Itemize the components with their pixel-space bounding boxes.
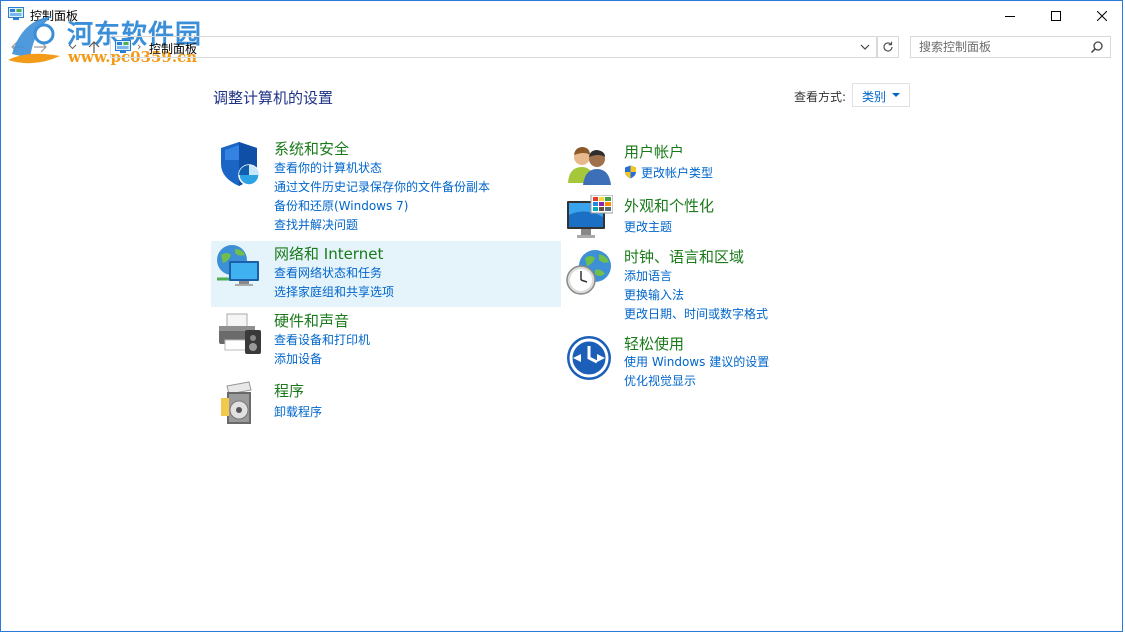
chevron-down-icon <box>860 44 870 50</box>
clock-globe-icon <box>565 248 613 296</box>
link-backup-restore-win7[interactable]: 备份和还原(Windows 7) <box>274 197 408 214</box>
minimize-icon <box>1005 11 1015 21</box>
link-add-language[interactable]: 添加语言 <box>624 267 672 284</box>
category-title[interactable]: 时钟、语言和区域 <box>624 246 744 267</box>
address-bar[interactable]: › 控制面板 <box>110 36 877 58</box>
category-appearance-personalization: 外观和个性化 更改主题 <box>561 195 911 239</box>
category-network-internet[interactable]: 网络和 Internet 查看网络状态和任务 选择家庭组和共享选项 <box>211 241 561 307</box>
category-title[interactable]: 外观和个性化 <box>624 195 714 216</box>
control-panel-icon <box>115 40 131 53</box>
maximize-icon <box>1051 11 1061 21</box>
link-devices-printers[interactable]: 查看设备和打印机 <box>274 331 370 348</box>
ease-of-access-icon <box>565 334 613 382</box>
close-button[interactable] <box>1079 0 1125 31</box>
category-title[interactable]: 轻松使用 <box>624 333 684 354</box>
link-add-device[interactable]: 添加设备 <box>274 350 322 367</box>
refresh-icon <box>882 41 894 53</box>
maximize-button[interactable] <box>1033 0 1079 31</box>
category-programs: 程序 卸载程序 <box>211 380 561 424</box>
search-icon[interactable] <box>1090 40 1104 54</box>
link-uninstall-program[interactable]: 卸载程序 <box>274 403 322 420</box>
category-title[interactable]: 硬件和声音 <box>274 310 349 331</box>
search-box[interactable] <box>910 36 1111 58</box>
close-icon <box>1097 11 1107 21</box>
uac-shield-icon <box>624 165 637 179</box>
category-clock-language-region: 时钟、语言和区域 添加语言 更换输入法 更改日期、时间或数字格式 <box>561 246 911 322</box>
link-label: 更改帐户类型 <box>641 166 713 180</box>
link-change-theme[interactable]: 更改主题 <box>624 218 672 235</box>
search-input[interactable] <box>911 37 1094 57</box>
printer-hardware-icon <box>215 310 263 358</box>
category-title[interactable]: 网络和 Internet <box>274 243 383 264</box>
category-user-accounts: 用户帐户 更改帐户类型 <box>561 141 911 185</box>
link-view-network-status[interactable]: 查看网络状态和任务 <box>274 264 382 281</box>
network-globe-icon <box>215 243 263 291</box>
link-change-date-time-format[interactable]: 更改日期、时间或数字格式 <box>624 305 768 322</box>
category-title[interactable]: 用户帐户 <box>624 141 684 162</box>
category-title[interactable]: 程序 <box>274 380 304 401</box>
view-by-dropdown[interactable]: 类别 <box>852 83 910 107</box>
link-change-account-type[interactable]: 更改帐户类型 <box>624 164 713 181</box>
category-system-security: 系统和安全 查看你的计算机状态 通过文件历史记录保存你的文件备份副本 备份和还原… <box>211 138 561 236</box>
programs-disc-box-icon <box>215 380 263 428</box>
breadcrumb-separator[interactable]: › <box>137 40 141 53</box>
address-history-button[interactable] <box>857 39 873 55</box>
link-troubleshoot[interactable]: 查找并解决问题 <box>274 216 358 233</box>
link-file-history-backup[interactable]: 通过文件历史记录保存你的文件备份副本 <box>274 178 490 195</box>
system-security-shield-icon <box>215 140 263 188</box>
link-homegroup-sharing[interactable]: 选择家庭组和共享选项 <box>274 283 394 300</box>
category-ease-of-access: 轻松使用 使用 Windows 建议的设置 优化视觉显示 <box>561 333 911 389</box>
appearance-monitor-icon <box>565 195 613 243</box>
page-title: 调整计算机的设置 <box>213 87 333 108</box>
view-by-label: 查看方式: <box>794 88 846 105</box>
caret-down-icon <box>892 93 900 97</box>
breadcrumb-control-panel[interactable]: 控制面板 <box>149 40 197 57</box>
link-view-computer-status[interactable]: 查看你的计算机状态 <box>274 159 382 176</box>
user-accounts-icon <box>565 141 613 189</box>
link-windows-recommended-settings[interactable]: 使用 Windows 建议的设置 <box>624 353 769 370</box>
link-optimize-visual-display[interactable]: 优化视觉显示 <box>624 372 696 389</box>
watermark-logo-icon <box>4 10 64 70</box>
refresh-button[interactable] <box>877 36 899 58</box>
category-hardware-sound: 硬件和声音 查看设备和打印机 添加设备 <box>211 310 561 366</box>
view-by-value: 类别 <box>862 88 886 105</box>
category-title[interactable]: 系统和安全 <box>274 138 349 159</box>
link-change-input-method[interactable]: 更换输入法 <box>624 286 684 303</box>
minimize-button[interactable] <box>987 0 1033 31</box>
